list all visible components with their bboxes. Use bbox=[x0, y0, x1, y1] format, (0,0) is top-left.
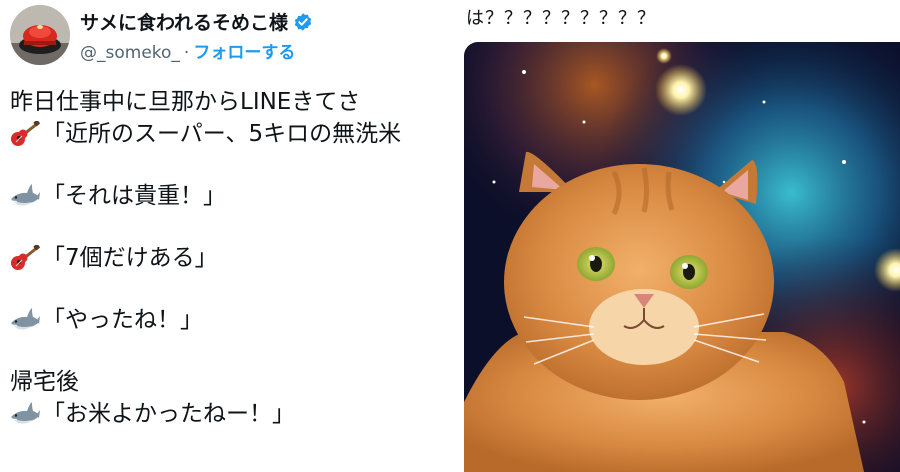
avatar[interactable] bbox=[10, 5, 70, 65]
tweet-line-text: 「7個だけある」 bbox=[42, 245, 218, 271]
tweet-line-text: 「やったね！」 bbox=[42, 307, 203, 333]
tweet-line: 「近所のスーパー、5キロの無洗米 bbox=[10, 118, 455, 150]
shark-emoji-icon bbox=[10, 307, 40, 333]
cat-in-space-image[interactable] bbox=[464, 42, 900, 472]
shark-emoji-icon bbox=[10, 401, 40, 427]
follow-button[interactable]: フォローする bbox=[193, 43, 295, 63]
tweet-card: サメに食われるそめこ様 @_someko_ · フォローする 昨日仕事中に旦那からL… bbox=[0, 0, 455, 472]
tweet-line-text: 帰宅後 bbox=[10, 369, 79, 395]
author-meta: @_someko_ · フォローする bbox=[80, 38, 295, 63]
tweet-text: 昨日仕事中に旦那からLINEきてさ 「近所のスーパー、5キロの無洗米 「それは貴… bbox=[10, 86, 455, 430]
reply-text: は？？？？？？？？？ bbox=[466, 8, 656, 29]
verified-badge-icon bbox=[293, 12, 313, 32]
tweet-line: 昨日仕事中に旦那からLINEきてさ bbox=[10, 86, 455, 118]
separator-dot: · bbox=[183, 43, 190, 63]
tweet-line: 「お米よかったねー！」 bbox=[10, 398, 455, 430]
author-display-name[interactable]: サメに食われるそめこ様 bbox=[80, 8, 288, 35]
tweet-line: 「7個だけある」 bbox=[10, 242, 455, 274]
tweet-line: 帰宅後 bbox=[10, 366, 455, 398]
author-handle[interactable]: @_someko_ bbox=[80, 43, 180, 63]
tweet-line-text: 「お米よかったねー！」 bbox=[42, 401, 295, 427]
tweet-line-text: 「近所のスーパー、5キロの無洗米 bbox=[42, 121, 402, 147]
guitar-emoji-icon bbox=[10, 243, 40, 271]
guitar-emoji-icon bbox=[10, 119, 40, 147]
tweet-line: 「それは貴重！」 bbox=[10, 180, 455, 212]
tweet-line-text: 昨日仕事中に旦那からLINEきてさ bbox=[10, 89, 361, 115]
shark-emoji-icon bbox=[10, 183, 40, 209]
author-name[interactable]: サメに食われるそめこ様 bbox=[80, 8, 313, 35]
tweet-line-text: 「それは貴重！」 bbox=[42, 183, 226, 209]
tweet-line: 「やったね！」 bbox=[10, 304, 455, 336]
